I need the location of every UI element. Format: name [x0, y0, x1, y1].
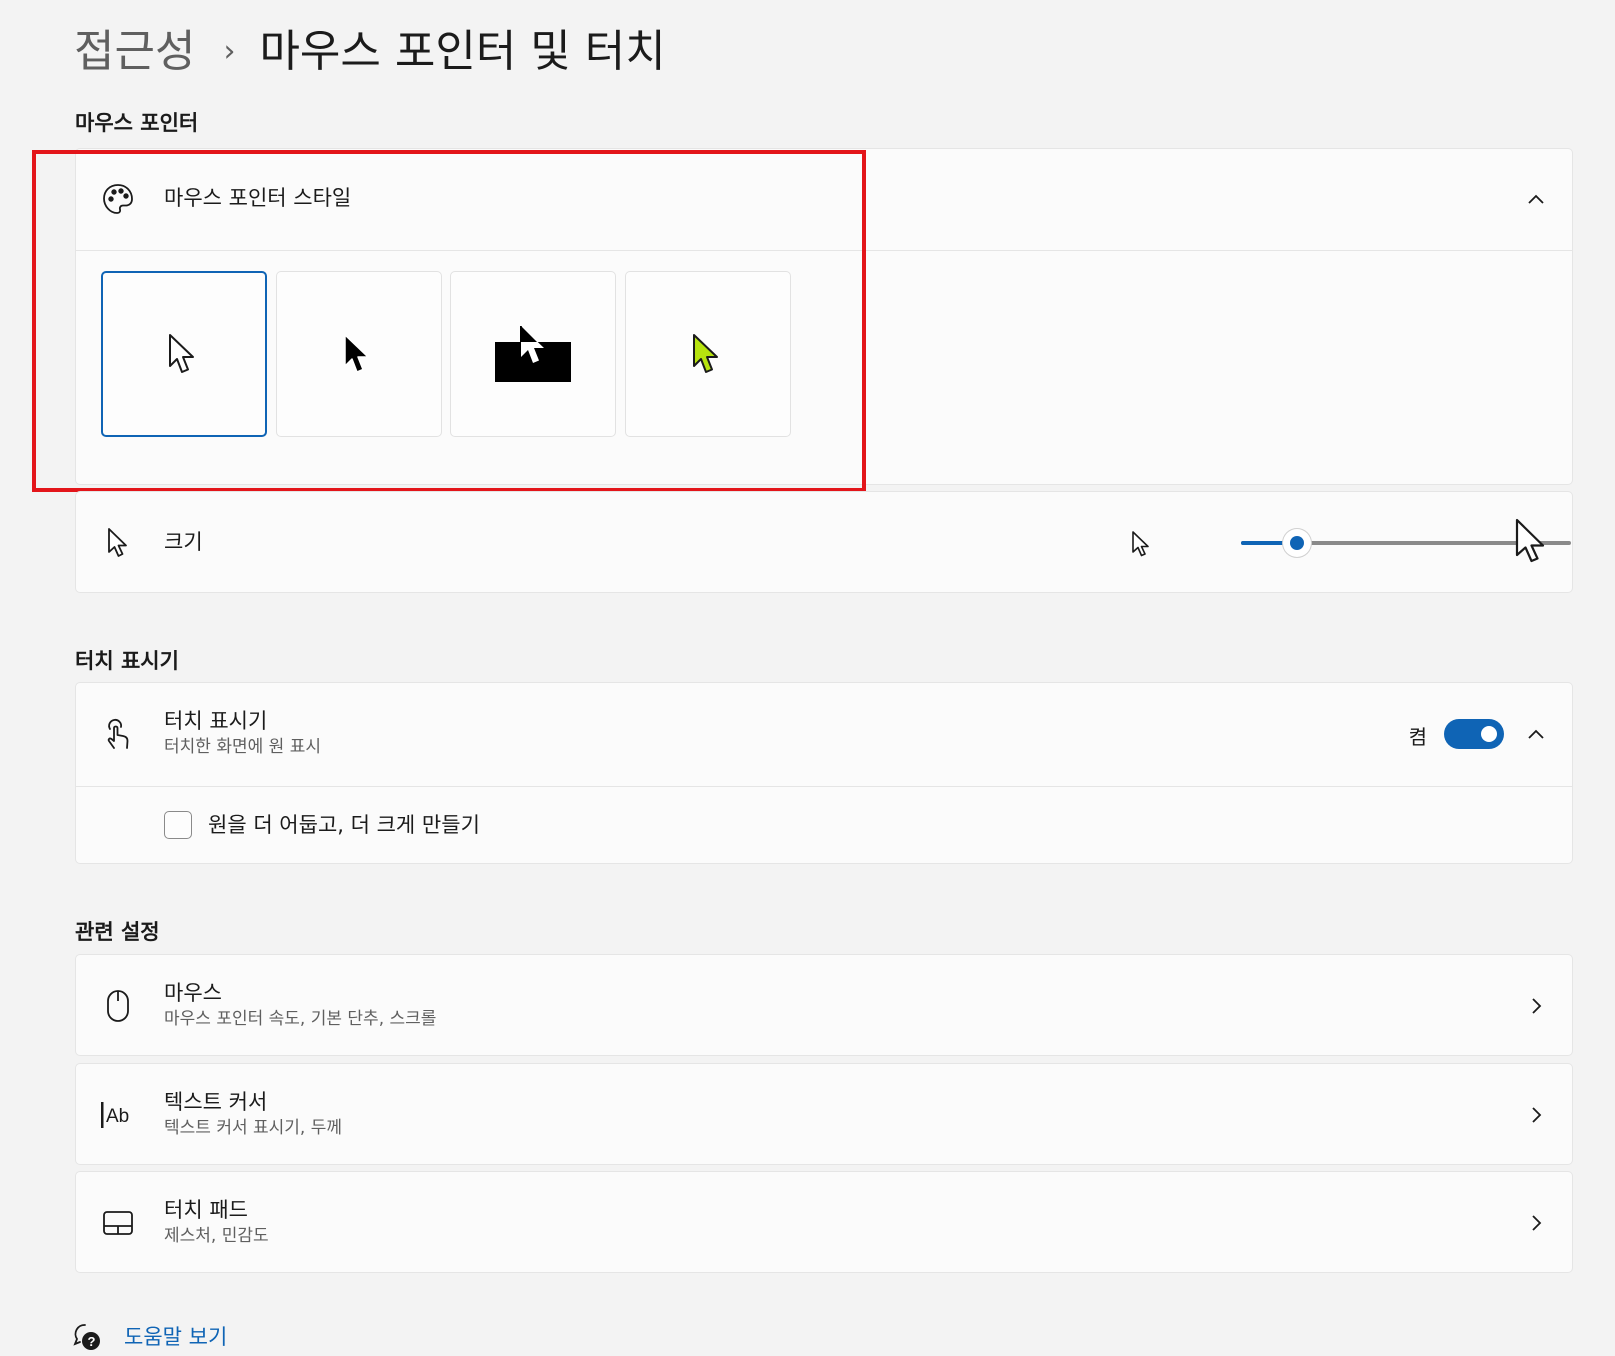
related-item-mouse[interactable]: 마우스 마우스 포인터 속도, 기본 단추, 스크롤 [75, 954, 1573, 1056]
touch-hand-icon [100, 717, 136, 753]
breadcrumb: 접근성 › 마우스 포인터 및 터치 [74, 22, 666, 82]
pointer-style-custom[interactable] [625, 271, 791, 437]
section-title-touch-indicator: 터치 표시기 [75, 649, 179, 673]
help-icon: ? [72, 1322, 102, 1352]
related-item-subtitle: 제스처, 민감도 [164, 1226, 269, 1246]
touch-indicator-toggle[interactable] [1444, 719, 1504, 749]
svg-text:?: ? [88, 1334, 96, 1349]
pointer-style-title: 마우스 포인터 스타일 [164, 186, 352, 210]
custom-color-pointer-icon [693, 334, 718, 373]
small-pointer-icon [1131, 530, 1151, 562]
pointer-size-title: 크기 [164, 530, 203, 554]
pointer-style-card: 마우스 포인터 스타일 [75, 148, 1573, 485]
touch-indicator-title: 터치 표시기 [164, 709, 268, 733]
divider [76, 250, 1572, 251]
darker-larger-circle-label[interactable]: 원을 더 어둡고, 더 크게 만들기 [208, 811, 480, 839]
slider-thumb[interactable] [1283, 529, 1312, 557]
chevron-up-icon[interactable] [1526, 724, 1546, 744]
svg-text:Ab: Ab [106, 1106, 129, 1127]
pointer-style-header[interactable]: 마우스 포인터 스타일 [76, 149, 1572, 250]
darker-circle-option: 원을 더 어둡고, 더 크게 만들기 [76, 787, 1572, 865]
black-pointer-icon [344, 334, 369, 373]
pointer-style-inverted[interactable] [450, 271, 616, 437]
related-item-subtitle: 텍스트 커서 표시기, 두께 [164, 1118, 343, 1138]
palette-icon [100, 181, 136, 217]
breadcrumb-parent-accessibility[interactable]: 접근성 [74, 22, 195, 82]
related-item-touchpad[interactable]: 터치 패드 제스처, 민감도 [75, 1171, 1573, 1273]
get-help-link[interactable]: 도움말 보기 [124, 1321, 227, 1351]
inverted-pointer-icon [495, 326, 571, 382]
touch-indicator-card: 터치 표시기 터치한 화면에 원 표시 켬 원을 더 어둡고, 더 크게 만들기 [75, 682, 1573, 864]
text-cursor-icon: Ab [100, 1097, 136, 1133]
section-title-related: 관련 설정 [75, 920, 160, 944]
pointer-icon [100, 525, 136, 561]
related-item-title: 마우스 [164, 981, 222, 1005]
large-pointer-icon [1514, 517, 1548, 569]
pointer-style-white[interactable] [101, 271, 267, 437]
white-pointer-icon [169, 334, 194, 373]
pointer-size-card: 크기 [75, 491, 1573, 593]
pointer-style-black[interactable] [276, 271, 442, 437]
related-item-title: 터치 패드 [164, 1198, 248, 1222]
touchpad-icon [100, 1205, 136, 1241]
darker-larger-circle-checkbox[interactable] [164, 811, 192, 839]
chevron-up-icon[interactable] [1526, 189, 1546, 209]
related-item-title: 텍스트 커서 [164, 1090, 268, 1114]
section-title-mouse-pointer: 마우스 포인터 [75, 111, 199, 135]
touch-indicator-subtitle: 터치한 화면에 원 표시 [164, 737, 321, 757]
mouse-icon [100, 988, 136, 1024]
toggle-state-label: 켬 [1408, 725, 1427, 749]
related-item-subtitle: 마우스 포인터 속도, 기본 단추, 스크롤 [164, 1009, 437, 1029]
chevron-right-icon [1526, 1213, 1546, 1233]
chevron-right-icon [1526, 1105, 1546, 1125]
touch-indicator-header[interactable]: 터치 표시기 터치한 화면에 원 표시 켬 [76, 683, 1572, 786]
page-title: 마우스 포인터 및 터치 [259, 26, 666, 77]
related-item-text-cursor[interactable]: Ab 텍스트 커서 텍스트 커서 표시기, 두께 [75, 1063, 1573, 1165]
chevron-right-icon [1526, 996, 1546, 1016]
breadcrumb-separator: › [223, 34, 236, 69]
